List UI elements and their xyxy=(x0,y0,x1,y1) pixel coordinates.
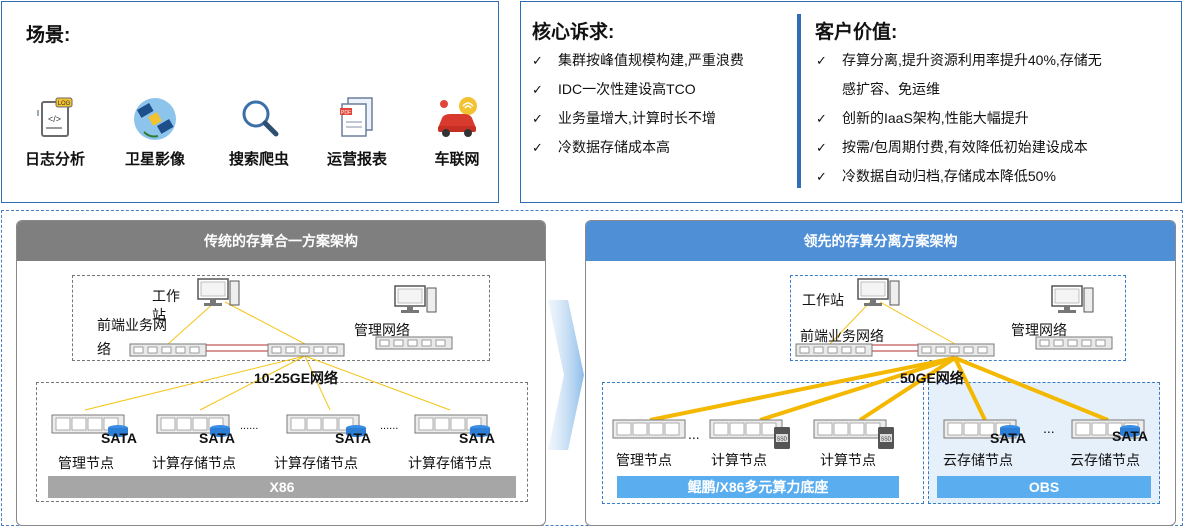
adv-mgmt-net-label: 管理网络 xyxy=(1011,322,1067,338)
ellipsis: ... xyxy=(688,426,700,442)
trad-workstation-label: 工作 xyxy=(152,288,180,304)
adv-link-thick xyxy=(954,356,1109,422)
adv-node-label: 云存储节点 xyxy=(1070,452,1140,468)
ellipsis: ...... xyxy=(240,420,259,432)
adv-link xyxy=(879,301,956,345)
trad-switch-link xyxy=(205,344,271,352)
adv-node-label: 管理节点 xyxy=(616,452,672,468)
ssd-icon xyxy=(774,427,790,449)
switch-icon xyxy=(917,343,995,357)
ssd-icon xyxy=(878,427,894,449)
server-icon xyxy=(709,419,783,439)
workstation-icon xyxy=(857,278,900,307)
x86-platform-bar: X86 xyxy=(48,476,516,498)
trad-node-label: 计算存储节点 xyxy=(408,455,492,471)
sata-label: SATA xyxy=(101,430,138,446)
adv-workstation-label: 工作站 xyxy=(802,292,844,308)
trad-node-label: 计算存储节点 xyxy=(152,455,236,471)
sata-label: SATA xyxy=(335,430,372,446)
trad-node-label: 管理节点 xyxy=(58,455,114,471)
trad-link xyxy=(167,301,216,345)
trad-frontend-net-label-2: 络 xyxy=(97,341,111,357)
trad-mgmt-net-label: 管理网络 xyxy=(354,322,410,338)
adv-network-speed: 50GE网络 xyxy=(900,370,964,386)
sata-label: SATA xyxy=(199,430,236,446)
obs-platform-bar: OBS xyxy=(937,476,1151,498)
server-icon xyxy=(612,419,686,439)
ellipsis: ... xyxy=(1043,420,1055,436)
switch-icon xyxy=(267,343,345,357)
sata-label: SATA xyxy=(459,430,496,446)
trad-network-speed: 10-25GE网络 xyxy=(254,370,339,386)
trad-node-label: 计算存储节点 xyxy=(274,455,358,471)
workstation-icon xyxy=(197,278,240,307)
trad-frontend-net-label: 前端业务网 xyxy=(97,317,167,333)
adv-node-label: 云存储节点 xyxy=(943,452,1013,468)
ellipsis: ...... xyxy=(380,420,399,432)
compute-platform-bar: 鲲鹏/X86多元算力底座 xyxy=(617,476,899,498)
adv-node-label: 计算节点 xyxy=(711,452,767,468)
trad-link xyxy=(224,301,306,345)
adv-node-label: 计算节点 xyxy=(820,452,876,468)
management-pc-icon xyxy=(1051,285,1094,314)
management-pc-icon xyxy=(394,285,437,314)
switch-icon xyxy=(129,343,207,357)
sata-label: SATA xyxy=(990,430,1027,446)
architecture-diagram: SSD xyxy=(51,278,1145,449)
sata-label: SATA xyxy=(1112,428,1149,444)
server-icon xyxy=(813,419,887,439)
adv-frontend-net-label: 前端业务网络 xyxy=(800,328,884,344)
